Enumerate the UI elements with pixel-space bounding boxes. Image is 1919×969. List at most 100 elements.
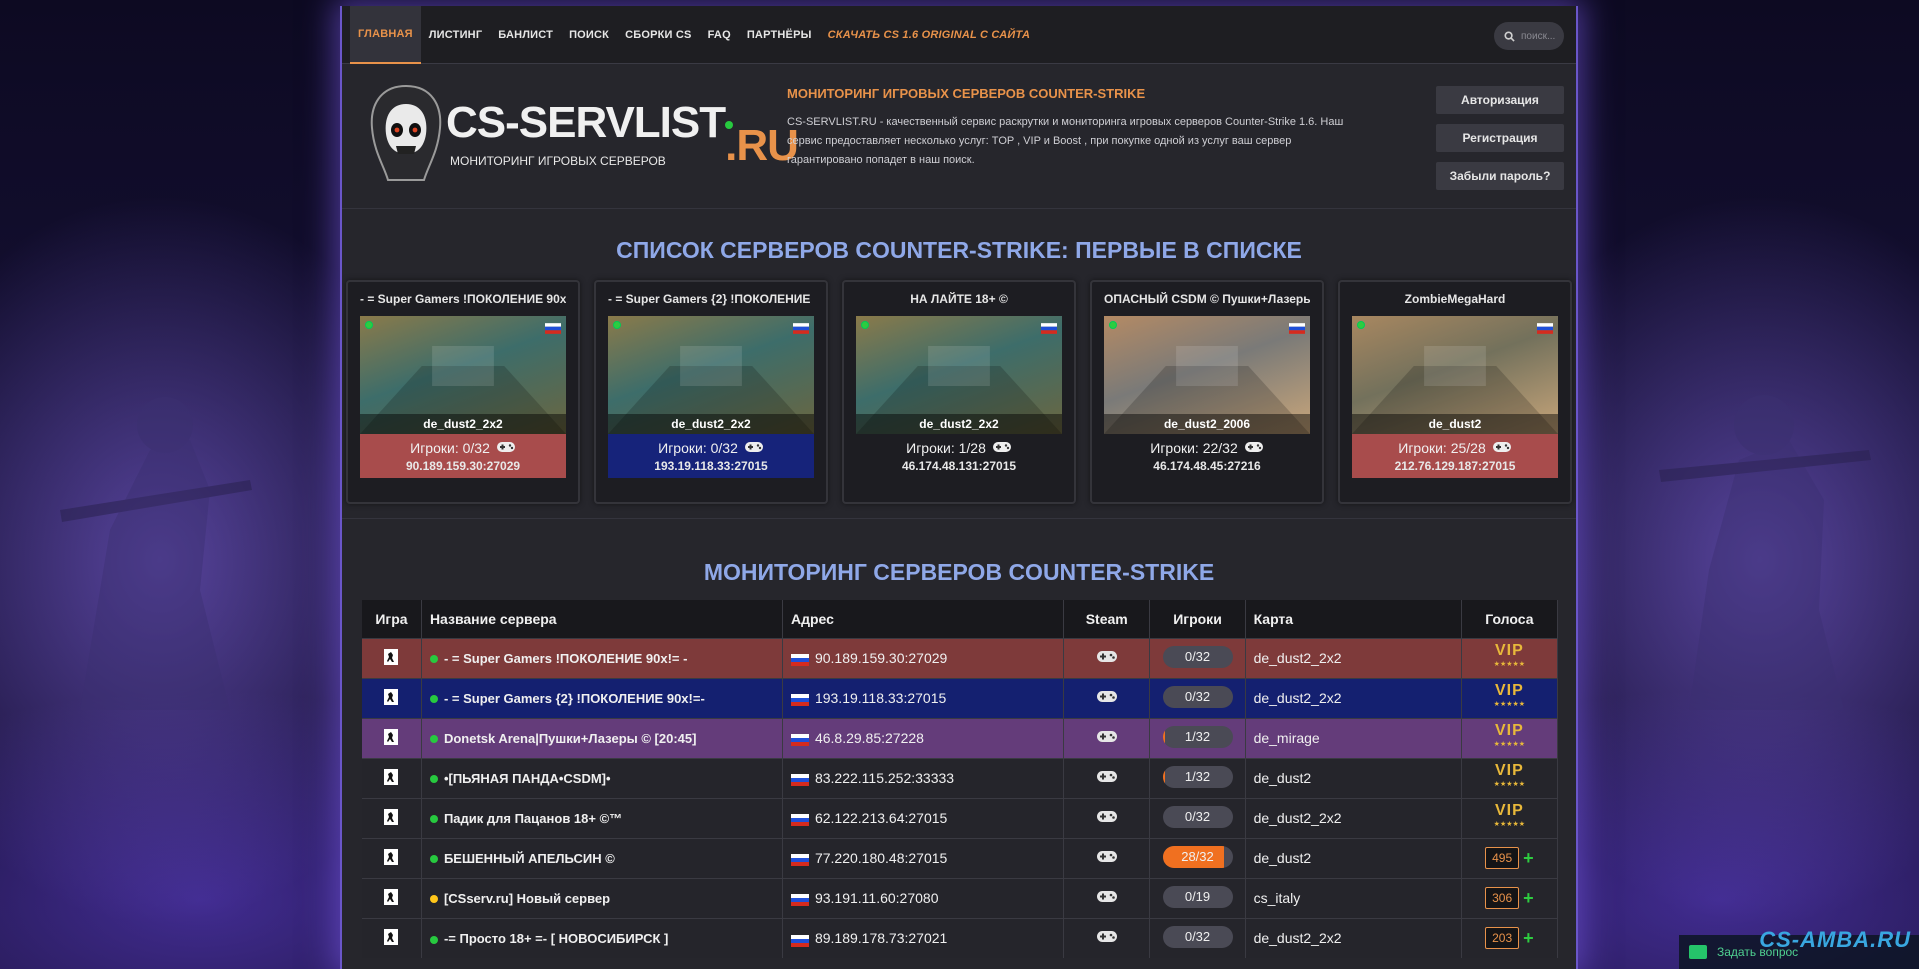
- server-address[interactable]: 89.189.178.73:27021: [815, 930, 947, 946]
- add-vote-icon[interactable]: +: [1523, 888, 1534, 908]
- votes-cell: VIP ★★★★★: [1461, 717, 1559, 758]
- main-container: ГЛАВНАЯ ЛИСТИНГ БАНЛИСТ ПОИСК СБОРКИ CS …: [340, 6, 1578, 969]
- server-address[interactable]: 77.220.180.48:27015: [815, 850, 947, 866]
- table-row[interactable]: - = Super Gamers {2} !ПОКОЛЕНИЕ 90x!=- 1…: [362, 677, 1559, 718]
- top-server-card[interactable]: ZombieMegaHard de_dust2 Игроки: 25/28 21…: [1338, 280, 1572, 504]
- download-cs-link[interactable]: СКАЧАТЬ CS 1.6 ORIGINAL С САЙТА: [820, 6, 1039, 64]
- address-cell[interactable]: 193.19.118.33:27015: [782, 677, 1064, 718]
- steam-cell: [1063, 837, 1151, 878]
- server-name[interactable]: •[ПЬЯНАЯ ПАНДА•CSDM]•: [444, 771, 611, 786]
- server-name-cell[interactable]: -= Просто 18+ =- [ НОВОСИБИРСК ]: [421, 917, 783, 958]
- add-vote-icon[interactable]: +: [1523, 848, 1534, 868]
- site-logo[interactable]: CS-SERVLIST.RU МОНИТОРИНГ ИГРОВЫХ СЕРВЕР…: [366, 82, 799, 192]
- top-server-card[interactable]: - = Super Gamers !ПОКОЛЕНИЕ 90x!= de_dus…: [346, 280, 580, 504]
- vip-badge: VIP ★★★★★: [1493, 642, 1526, 669]
- server-address[interactable]: 46.8.29.85:27228: [815, 730, 924, 746]
- nav-item-listing[interactable]: ЛИСТИНГ: [421, 6, 491, 64]
- card-address[interactable]: 212.76.129.187:27015: [1395, 459, 1516, 473]
- address-cell[interactable]: 93.191.11.60:27080: [782, 877, 1064, 918]
- top-server-card[interactable]: - = Super Gamers {2} !ПОКОЛЕНИЕ 90x!=- d…: [594, 280, 828, 504]
- russia-flag-icon: [1041, 321, 1057, 334]
- steam-cell: [1063, 877, 1151, 918]
- votes-cell: VIP ★★★★★: [1461, 757, 1559, 798]
- server-name[interactable]: - = Super Gamers !ПОКОЛЕНИЕ 90x!= -: [444, 651, 688, 666]
- card-address[interactable]: 90.189.159.30:27029: [406, 459, 520, 473]
- col-address[interactable]: Адрес: [782, 600, 1064, 638]
- cs-game-icon: [384, 768, 399, 788]
- players-pill: 0/32: [1162, 925, 1233, 948]
- table-row[interactable]: [CSserv.ru] Новый сервер 93.191.11.60:27…: [362, 877, 1559, 918]
- table-row[interactable]: -= Просто 18+ =- [ НОВОСИБИРСК ] 89.189.…: [362, 917, 1559, 958]
- server-address[interactable]: 83.222.115.252:33333: [815, 770, 954, 786]
- col-votes[interactable]: Голоса: [1461, 600, 1559, 638]
- search-input[interactable]: поиск...: [1521, 31, 1555, 42]
- server-address[interactable]: 93.191.11.60:27080: [815, 890, 939, 906]
- card-address[interactable]: 193.19.118.33:27015: [654, 459, 767, 473]
- server-name[interactable]: Donetsk Arena|Пушки+Лазеры © [20:45]: [444, 731, 697, 746]
- address-cell[interactable]: 62.122.213.64:27015: [782, 797, 1064, 838]
- table-row[interactable]: - = Super Gamers !ПОКОЛЕНИЕ 90x!= - 90.1…: [362, 637, 1559, 678]
- map-cell: de_dust2: [1245, 837, 1462, 878]
- address-cell[interactable]: 90.189.159.30:27029: [782, 637, 1064, 678]
- server-name-cell[interactable]: •[ПЬЯНАЯ ПАНДА•CSDM]•: [421, 757, 783, 798]
- server-status-icon: [429, 815, 438, 824]
- register-button[interactable]: Регистрация: [1436, 124, 1564, 152]
- server-status-icon: [429, 775, 438, 784]
- add-vote-icon[interactable]: +: [1523, 928, 1534, 948]
- login-button[interactable]: Авторизация: [1436, 86, 1564, 114]
- address-cell[interactable]: 83.222.115.252:33333: [782, 757, 1064, 798]
- votes-cell: VIP ★★★★★: [1461, 797, 1559, 838]
- top-server-card[interactable]: НА ЛАЙТЕ 18+ © de_dust2_2x2 Игроки: 1/28…: [842, 280, 1076, 504]
- nav-item-faq[interactable]: FAQ: [700, 6, 739, 64]
- card-info: Игроки: 1/28 46.174.48.131:27015: [856, 434, 1062, 478]
- server-name-cell[interactable]: - = Super Gamers {2} !ПОКОЛЕНИЕ 90x!=-: [421, 677, 783, 718]
- card-address[interactable]: 46.174.48.45:27216: [1153, 459, 1260, 473]
- top-server-card[interactable]: ОПАСНЫЙ CSDM © Пушки+Лазеры de_dust2_200…: [1090, 280, 1324, 504]
- server-address[interactable]: 193.19.118.33:27015: [815, 690, 946, 706]
- server-name[interactable]: [CSserv.ru] Новый сервер: [444, 891, 610, 906]
- card-map-name: de_dust2_2x2: [856, 414, 1062, 434]
- server-name-cell[interactable]: [CSserv.ru] Новый сервер: [421, 877, 783, 918]
- server-name-cell[interactable]: Падик для Пацанов 18+ ©™: [421, 797, 783, 838]
- logo-subtitle: МОНИТОРИНГ ИГРОВЫХ СЕРВЕРОВ: [450, 154, 666, 168]
- server-name-cell[interactable]: БЕШЕННЫЙ АПЕЛЬСИН ©: [421, 837, 783, 878]
- monitoring-section: МОНИТОРИНГ СЕРВЕРОВ COUNTER-STRIKE Игра …: [342, 519, 1576, 958]
- server-address[interactable]: 90.189.159.30:27029: [815, 650, 947, 666]
- nav-item-home[interactable]: ГЛАВНАЯ: [350, 6, 421, 64]
- server-name[interactable]: - = Super Gamers {2} !ПОКОЛЕНИЕ 90x!=-: [444, 691, 705, 706]
- table-row[interactable]: Падик для Пацанов 18+ ©™ 62.122.213.64:2…: [362, 797, 1559, 838]
- server-name-cell[interactable]: - = Super Gamers !ПОКОЛЕНИЕ 90x!= -: [421, 637, 783, 678]
- address-cell[interactable]: 89.189.178.73:27021: [782, 917, 1064, 958]
- nav-item-banlist[interactable]: БАНЛИСТ: [490, 6, 561, 64]
- col-server-name[interactable]: Название сервера: [421, 600, 783, 638]
- steam-cell: [1063, 917, 1151, 958]
- card-map-preview: de_dust2_2x2: [360, 316, 566, 434]
- forgot-password-button[interactable]: Забыли пароль?: [1436, 162, 1564, 190]
- col-map[interactable]: Карта: [1245, 600, 1462, 638]
- server-name[interactable]: -= Просто 18+ =- [ НОВОСИБИРСК ]: [444, 931, 668, 946]
- table-row[interactable]: БЕШЕННЫЙ АПЕЛЬСИН © 77.220.180.48:27015 …: [362, 837, 1559, 878]
- nav-item-search[interactable]: ПОИСК: [561, 6, 617, 64]
- server-name[interactable]: Падик для Пацанов 18+ ©™: [444, 811, 622, 826]
- site-header: CS-SERVLIST.RU МОНИТОРИНГ ИГРОВЫХ СЕРВЕР…: [342, 64, 1576, 209]
- online-status-icon: [1109, 321, 1117, 329]
- card-map-name: de_dust2_2x2: [608, 414, 814, 434]
- players-fill: [1162, 765, 1165, 788]
- server-name-cell[interactable]: Donetsk Arena|Пушки+Лазеры © [20:45]: [421, 717, 783, 758]
- col-game[interactable]: Игра: [362, 600, 422, 638]
- steam-gamepad-icon: [1096, 810, 1118, 826]
- address-cell[interactable]: 46.8.29.85:27228: [782, 717, 1064, 758]
- server-name[interactable]: БЕШЕННЫЙ АПЕЛЬСИН ©: [444, 851, 615, 866]
- nav-item-partners[interactable]: ПАРТНЁРЫ: [739, 6, 820, 64]
- col-steam[interactable]: Steam: [1063, 600, 1151, 638]
- col-players[interactable]: Игроки: [1149, 600, 1246, 638]
- card-address[interactable]: 46.174.48.131:27015: [902, 459, 1016, 473]
- table-row[interactable]: Donetsk Arena|Пушки+Лазеры © [20:45] 46.…: [362, 717, 1559, 758]
- table-row[interactable]: •[ПЬЯНАЯ ПАНДА•CSDM]• 83.222.115.252:333…: [362, 757, 1559, 798]
- server-address[interactable]: 62.122.213.64:27015: [815, 810, 947, 826]
- nav-item-cs-builds[interactable]: СБОРКИ CS: [617, 6, 700, 64]
- map-cell: cs_italy: [1245, 877, 1462, 918]
- search-box[interactable]: поиск...: [1494, 22, 1564, 50]
- address-cell[interactable]: 77.220.180.48:27015: [782, 837, 1064, 878]
- ask-question-widget[interactable]: Задать вопрос CS-AMBA.RU: [1679, 927, 1919, 969]
